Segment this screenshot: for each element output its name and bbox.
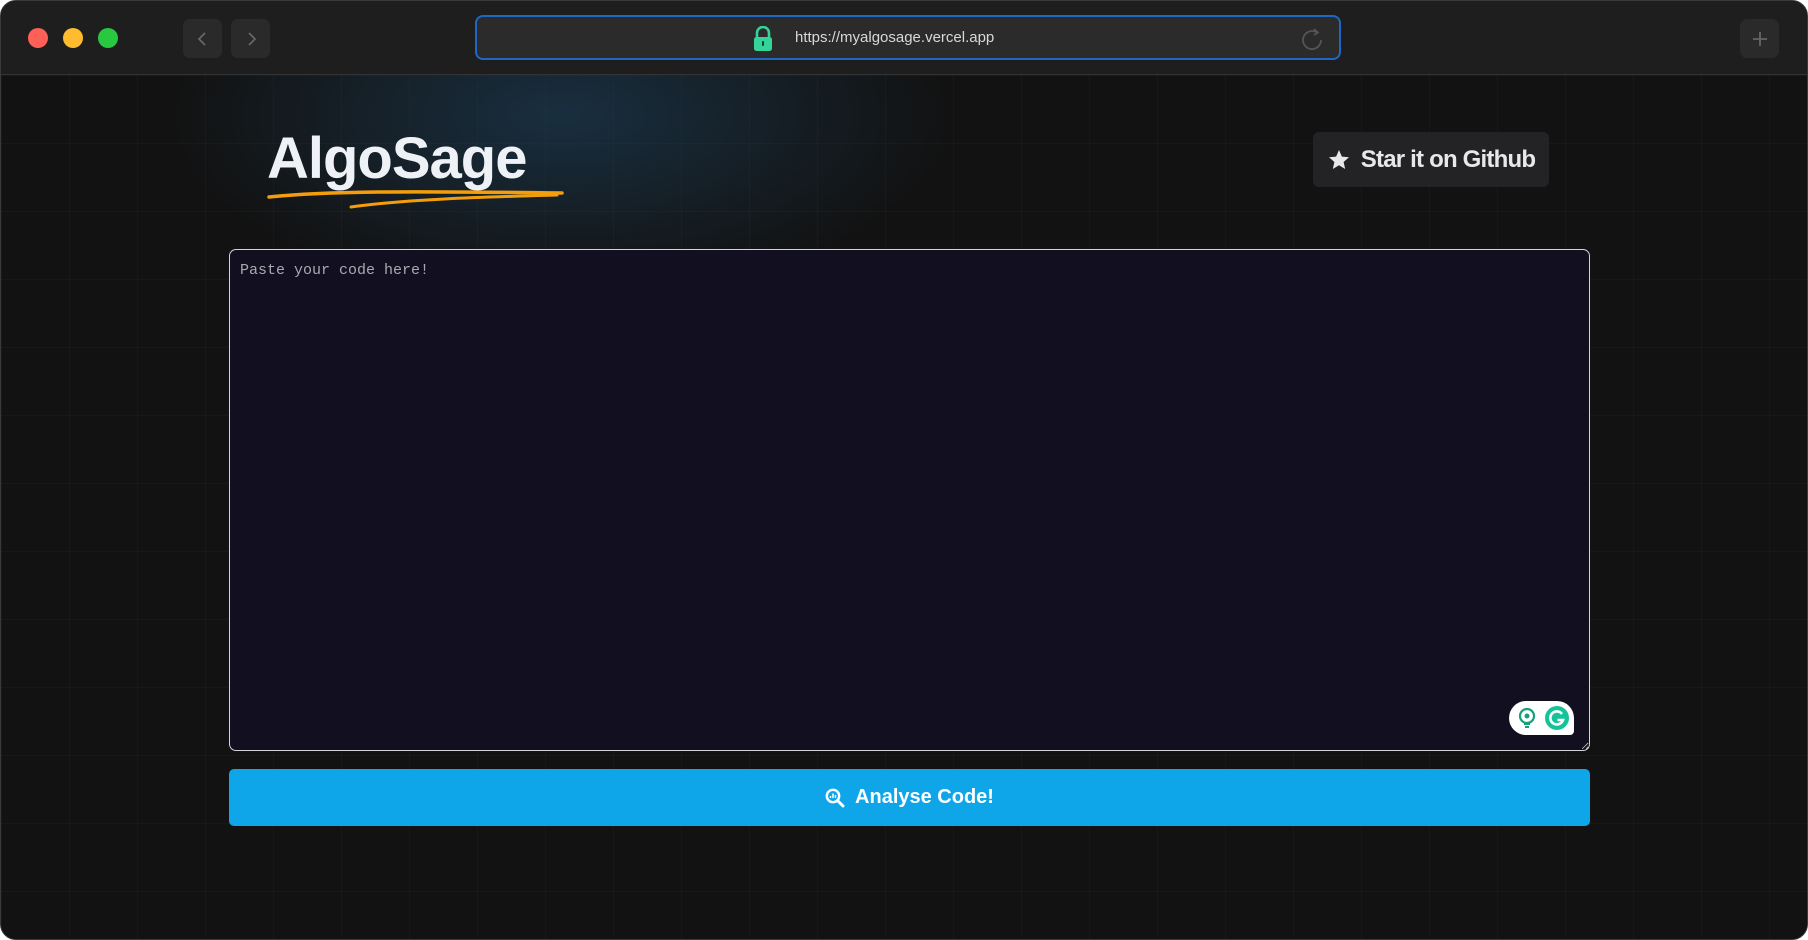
minimize-window-button[interactable] xyxy=(63,28,83,48)
browser-window: https://myalgosage.vercel.app AlgoSage S… xyxy=(0,0,1808,940)
brand-logo-text[interactable]: AlgoSage xyxy=(267,125,527,192)
analyse-code-button[interactable]: Analyse Code! xyxy=(229,769,1590,826)
chevron-right-icon xyxy=(247,31,256,46)
reload-icon[interactable] xyxy=(1299,27,1325,53)
github-button-label: Star it on Github xyxy=(1360,145,1536,173)
chevron-left-icon xyxy=(197,31,206,46)
browser-titlebar: https://myalgosage.vercel.app xyxy=(1,1,1807,75)
address-bar[interactable]: https://myalgosage.vercel.app xyxy=(475,15,1341,60)
page-content: AlgoSage Star it on Github Paste your co… xyxy=(1,75,1807,939)
new-tab-button[interactable] xyxy=(1740,19,1779,58)
plus-icon xyxy=(1752,31,1767,46)
analyse-button-label: Analyse Code! xyxy=(855,786,994,808)
back-button[interactable] xyxy=(183,19,222,58)
code-input[interactable] xyxy=(229,249,1590,751)
magnifier-chart-icon xyxy=(825,788,845,807)
star-icon xyxy=(1328,149,1349,169)
url-text: https://myalgosage.vercel.app xyxy=(795,29,995,46)
close-window-button[interactable] xyxy=(28,28,48,48)
star-on-github-button[interactable]: Star it on Github xyxy=(1313,132,1549,187)
maximize-window-button[interactable] xyxy=(98,28,118,48)
grammarly-icon xyxy=(1544,706,1569,730)
lightbulb-icon xyxy=(1518,707,1535,728)
grammarly-widget[interactable] xyxy=(1509,701,1574,735)
lock-icon xyxy=(754,26,772,51)
brand-underline-decoration xyxy=(267,190,564,209)
forward-button[interactable] xyxy=(231,19,270,58)
